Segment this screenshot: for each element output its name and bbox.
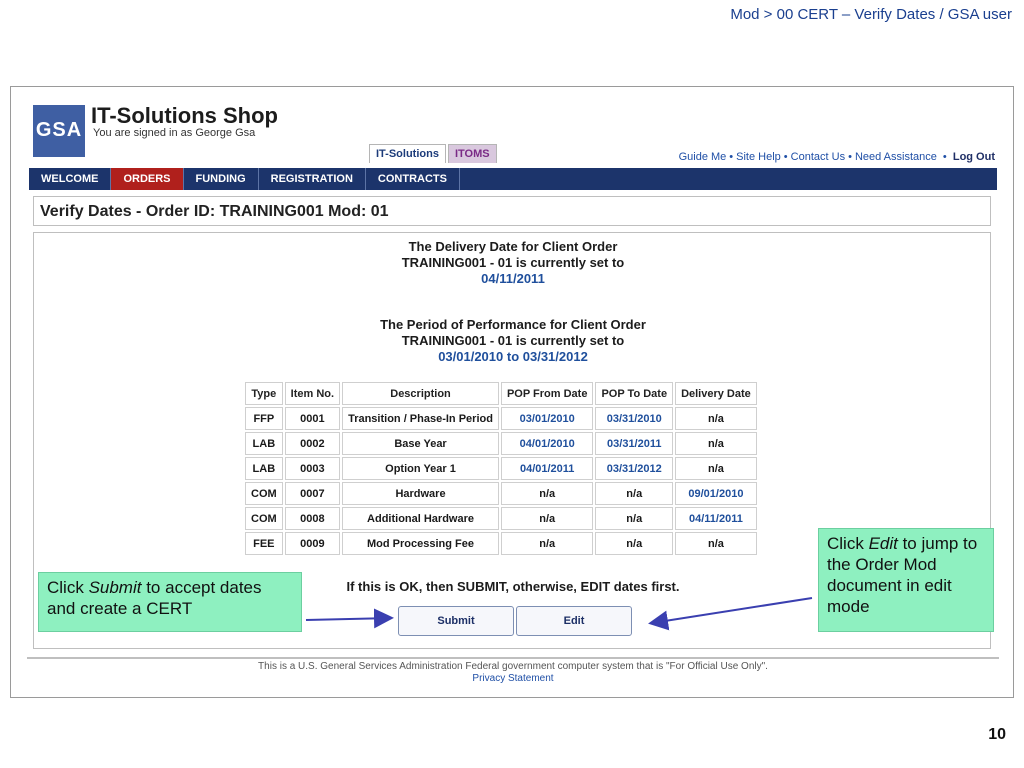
submit-arrow	[305, 608, 394, 629]
slide-number: 10	[988, 726, 1006, 743]
callout-arrows	[305, 597, 813, 631]
edit-arrow	[648, 597, 813, 631]
